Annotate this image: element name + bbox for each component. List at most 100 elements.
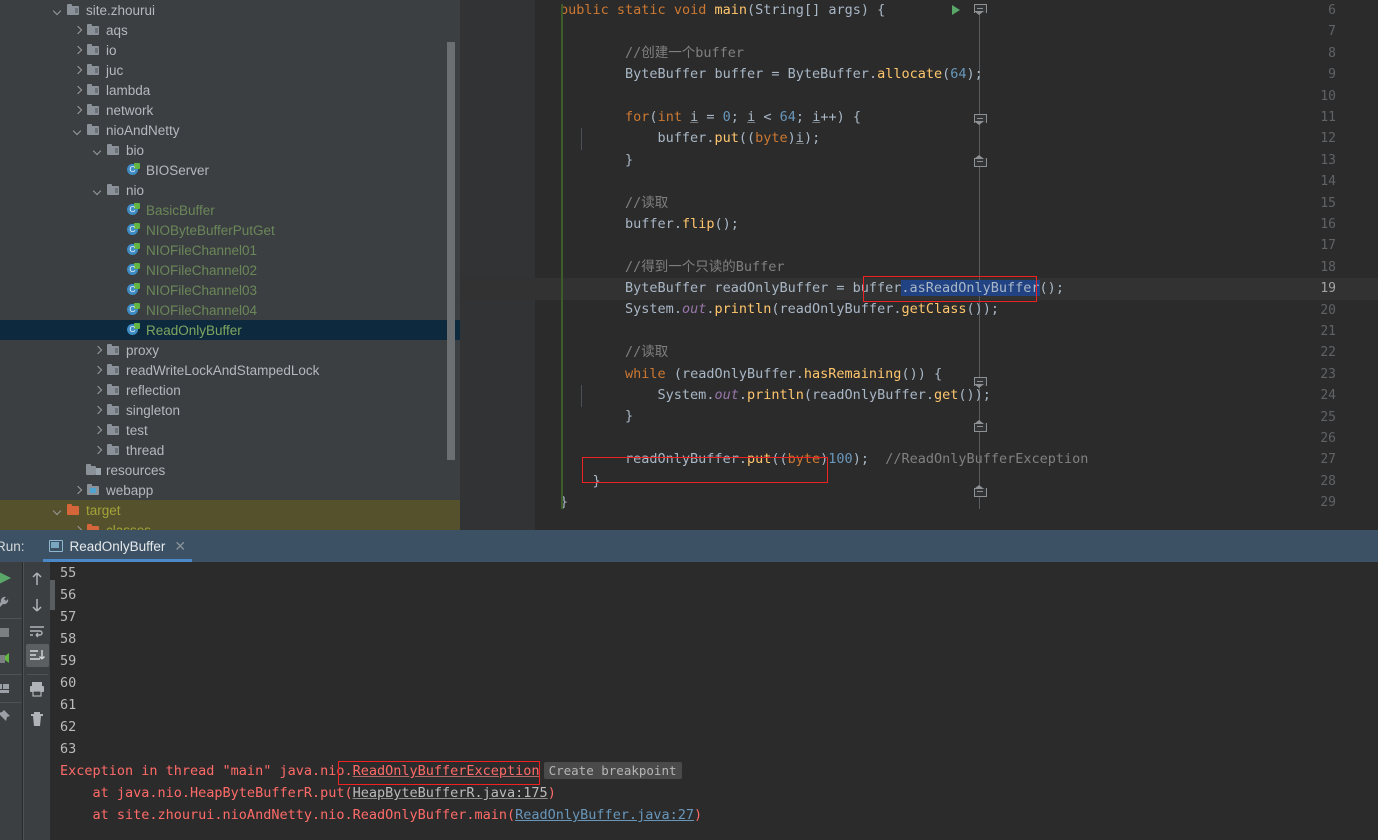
tree-item-reflection[interactable]: reflection [0, 380, 460, 400]
code-line-11[interactable]: for(int i = 0; i < 64; i++) { [535, 107, 1378, 128]
scroll-up-icon[interactable] [28, 570, 46, 588]
code-line-20[interactable]: System.out.println(readOnlyBuffer.getCla… [535, 299, 1378, 320]
tree-item-nioandnetty[interactable]: nioAndNetty [0, 120, 460, 140]
soft-wrap-icon[interactable] [28, 622, 46, 640]
folder-icon [66, 503, 81, 517]
tree-item-label: bio [126, 142, 145, 158]
folder-icon [106, 363, 121, 377]
tree-item-basicbuffer[interactable]: BasicBuffer [0, 200, 460, 220]
tree-item-readonlybuffer[interactable]: ReadOnlyBuffer [0, 320, 460, 340]
tree-item-resources[interactable]: resources [0, 460, 460, 480]
scroll-to-end-icon[interactable] [28, 647, 46, 665]
code-line-9[interactable]: ByteBuffer buffer = ByteBuffer.allocate(… [535, 64, 1378, 85]
code-line-10[interactable] [535, 86, 1378, 107]
tree-item-target[interactable]: target [0, 500, 460, 520]
scroll-down-icon[interactable] [28, 596, 46, 614]
code-line-19[interactable]: ByteBuffer readOnlyBuffer = buffer.asRea… [535, 278, 1378, 299]
create-breakpoint-chip[interactable]: Create breakpoint [543, 762, 682, 779]
console-scrollbar[interactable] [50, 580, 55, 610]
project-tree-panel[interactable]: site.zhourui aqs io juc lambda network nioAndN… [0, 0, 460, 530]
chevron-down-icon[interactable] [52, 5, 63, 16]
tree-item-niofilechannel02[interactable]: NIOFileChannel02 [0, 260, 460, 280]
tree-item-niofilechannel01[interactable]: NIOFileChannel01 [0, 240, 460, 260]
tree-item-thread[interactable]: thread [0, 440, 460, 460]
pin-icon[interactable] [0, 708, 12, 726]
chevron-down-icon[interactable] [72, 125, 83, 136]
code-line-7[interactable] [535, 21, 1378, 42]
chevron-right-icon[interactable] [72, 45, 83, 56]
tree-item-site-zhourui[interactable]: site.zhourui [0, 0, 460, 20]
chevron-down-icon[interactable] [92, 145, 103, 156]
project-tree-scrollbar[interactable] [447, 42, 455, 460]
chevron-right-icon[interactable] [92, 445, 103, 456]
folder-icon [106, 183, 121, 197]
tree-item-niobytebufferputget[interactable]: NIOByteBufferPutGet [0, 220, 460, 240]
chevron-right-icon[interactable] [72, 85, 83, 96]
settings-icon[interactable] [0, 594, 13, 612]
code-line-21[interactable] [535, 321, 1378, 342]
exception-name-link[interactable]: ReadOnlyBufferException [353, 763, 540, 779]
trash-icon[interactable] [28, 710, 46, 728]
tree-item-webapp[interactable]: webapp [0, 480, 460, 500]
code-line-16[interactable]: buffer.flip(); [535, 214, 1378, 235]
folder-icon [66, 3, 81, 17]
code-line-12[interactable]: buffer.put((byte)i); [535, 128, 1378, 149]
tree-item-readwritelockandstampedlock[interactable]: readWriteLockAndStampedLock [0, 360, 460, 380]
tree-item-bioserver[interactable]: BIOServer [0, 160, 460, 180]
tree-item-test[interactable]: test [0, 420, 460, 440]
code-line-26[interactable] [535, 428, 1378, 449]
code-line-13[interactable]: } [535, 150, 1378, 171]
tree-item-singleton[interactable]: singleton [0, 400, 460, 420]
chevron-right-icon[interactable] [72, 105, 83, 116]
tree-item-proxy[interactable]: proxy [0, 340, 460, 360]
tree-item-classes[interactable]: classes [0, 520, 460, 530]
code-line-25[interactable]: } [535, 406, 1378, 427]
code-line-28[interactable]: } [535, 471, 1378, 492]
chevron-down-icon[interactable] [52, 505, 63, 516]
code-line-29[interactable]: } [535, 492, 1378, 513]
tree-item-lambda[interactable]: lambda [0, 80, 460, 100]
print-icon[interactable] [28, 680, 46, 698]
chevron-right-icon[interactable] [92, 365, 103, 376]
chevron-right-icon[interactable] [72, 25, 83, 36]
close-icon[interactable]: ✕ [174, 539, 186, 553]
code-line-6[interactable]: public static void main(String[] args) { [535, 0, 1378, 21]
chevron-right-icon[interactable] [92, 405, 103, 416]
code-line-22[interactable]: //读取 [535, 342, 1378, 363]
code-line-24[interactable]: System.out.println(readOnlyBuffer.get())… [535, 385, 1378, 406]
tree-item-niofilechannel03[interactable]: NIOFileChannel03 [0, 280, 460, 300]
tree-item-juc[interactable]: juc [0, 60, 460, 80]
chevron-right-icon[interactable] [92, 425, 103, 436]
layout-icon[interactable] [0, 680, 12, 698]
chevron-right-icon[interactable] [92, 385, 103, 396]
stack-frame-link[interactable]: ReadOnlyBuffer.java:27 [515, 807, 694, 823]
tree-item-io[interactable]: io [0, 40, 460, 60]
code-line-15[interactable]: //读取 [535, 193, 1378, 214]
editor-gutter[interactable] [460, 0, 535, 530]
code-line-27[interactable]: readOnlyBuffer.put((byte)100); //ReadOnl… [535, 449, 1378, 470]
stack-frame-link[interactable]: HeapByteBufferR.java:175 [353, 785, 548, 801]
code-line-17[interactable] [535, 235, 1378, 256]
chevron-down-icon[interactable] [92, 185, 103, 196]
tree-item-nio[interactable]: nio [0, 180, 460, 200]
code-line-18[interactable]: //得到一个只读的Buffer [535, 257, 1378, 278]
tree-item-network[interactable]: network [0, 100, 460, 120]
code-line-8[interactable]: //创建一个buffer [535, 43, 1378, 64]
stop-icon[interactable] [0, 624, 12, 642]
console-actions-toolbar[interactable] [23, 562, 50, 840]
console-output[interactable]: 55 56 57 58 59 60 61 62 63 Exception in thread "… [50, 562, 1378, 840]
chevron-right-icon[interactable] [72, 485, 83, 496]
debug-icon[interactable] [0, 650, 12, 668]
code-text-area[interactable]: public static void main(String[] args) {… [535, 0, 1378, 530]
tree-item-bio[interactable]: bio [0, 140, 460, 160]
code-line-23[interactable]: while (readOnlyBuffer.hasRemaining()) { [535, 364, 1378, 385]
chevron-right-icon[interactable] [72, 65, 83, 76]
chevron-right-icon[interactable] [92, 345, 103, 356]
code-editor[interactable]: 6 7 8 9 10 11 12 13 14 15 16 17 18 19 20 21 22 23 24 25 26 27… [460, 0, 1378, 530]
code-line-14[interactable] [535, 171, 1378, 192]
run-actions-toolbar[interactable] [0, 562, 22, 840]
tree-item-aqs[interactable]: aqs [0, 20, 460, 40]
rerun-icon[interactable] [0, 569, 14, 587]
tree-item-niofilechannel04[interactable]: NIOFileChannel04 [0, 300, 460, 320]
run-tab-readonlybuffer[interactable]: ReadOnlyBuffer ✕ [42, 530, 193, 562]
